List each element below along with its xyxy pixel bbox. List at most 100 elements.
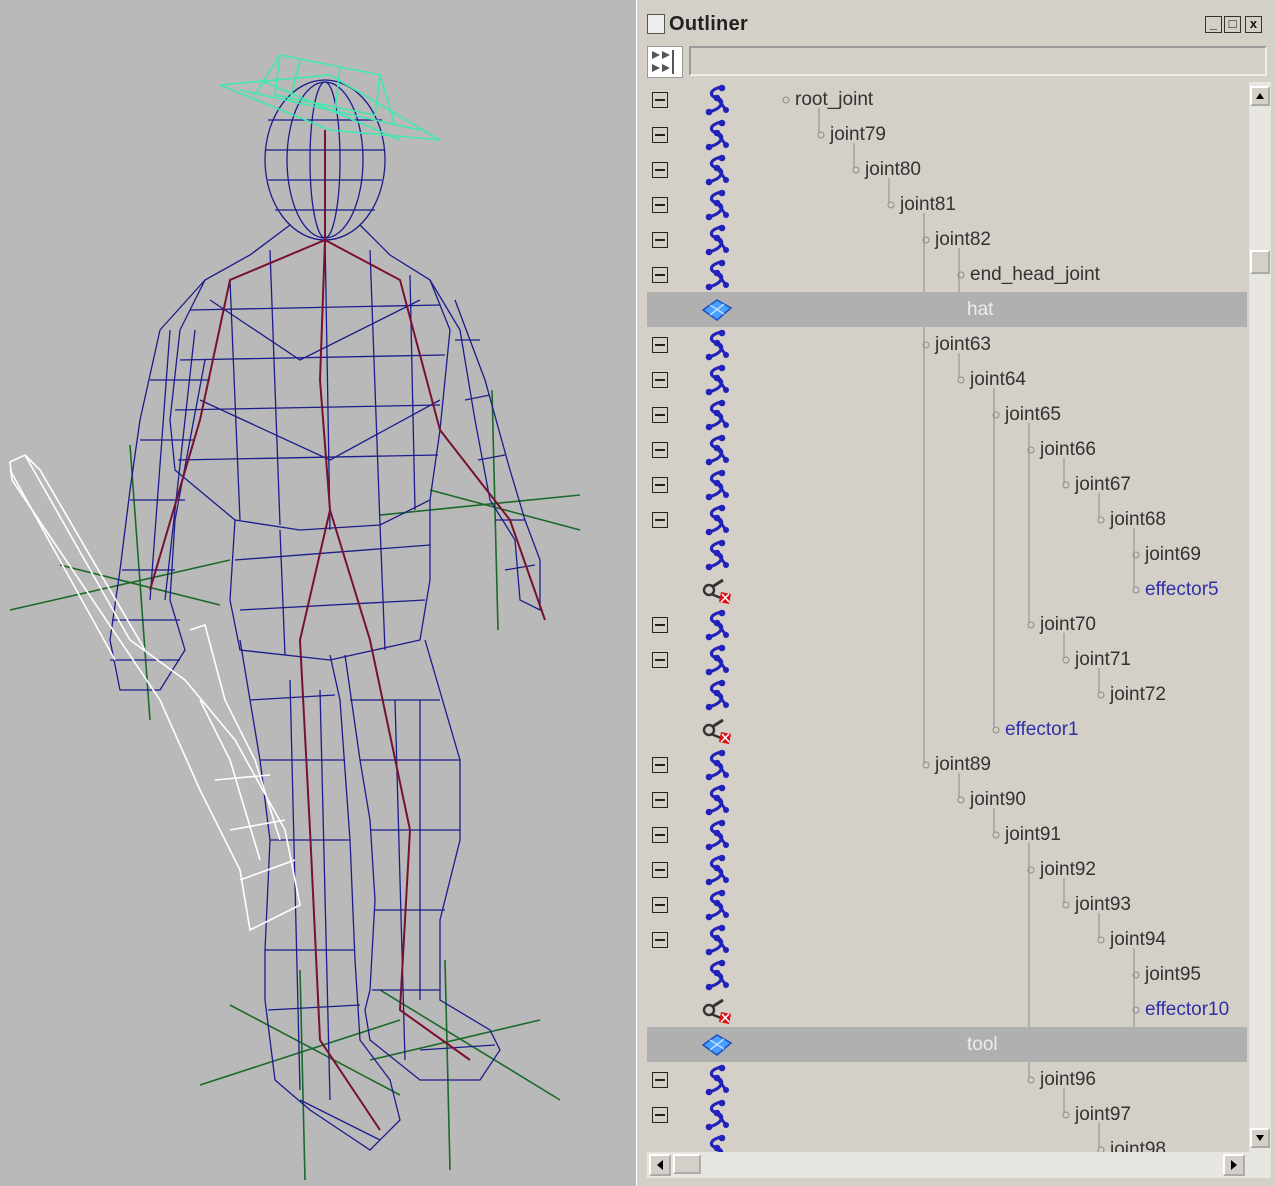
outliner-row-joint68[interactable]: joint68 <box>647 502 1247 537</box>
outliner-row-label: joint98 <box>1110 1139 1166 1152</box>
collapse-icon[interactable] <box>652 897 668 913</box>
scroll-right-button[interactable] <box>1223 1154 1245 1176</box>
outliner-row-joint64[interactable]: joint64 <box>647 362 1247 397</box>
filter-bar <box>637 42 1275 82</box>
joint-icon <box>699 224 735 256</box>
collapse-icon[interactable] <box>652 827 668 843</box>
scroll-thumb[interactable] <box>1250 250 1270 274</box>
joint-icon <box>699 609 735 641</box>
outliner-row-joint93[interactable]: joint93 <box>647 887 1247 922</box>
outliner-row-joint96[interactable]: joint96 <box>647 1062 1247 1097</box>
scroll-up-button[interactable] <box>1250 86 1270 106</box>
collapse-icon[interactable] <box>652 792 668 808</box>
collapse-icon[interactable] <box>652 337 668 353</box>
joint-icon <box>699 329 735 361</box>
outliner-row-joint67[interactable]: joint67 <box>647 467 1247 502</box>
outliner-row-joint65[interactable]: joint65 <box>647 397 1247 432</box>
outliner-row-label: joint96 <box>1040 1069 1096 1090</box>
outliner-row-joint98[interactable]: joint98 <box>647 1132 1247 1152</box>
outliner-row-joint94[interactable]: joint94 <box>647 922 1247 957</box>
vertical-scrollbar[interactable] <box>1249 82 1271 1152</box>
outliner-row-joint66[interactable]: joint66 <box>647 432 1247 467</box>
outliner-row-joint69[interactable]: joint69 <box>647 537 1247 572</box>
outliner-row-joint70[interactable]: joint70 <box>647 607 1247 642</box>
collapse-icon[interactable] <box>652 512 668 528</box>
outliner-row-joint80[interactable]: joint80 <box>647 152 1247 187</box>
outliner-row-joint95[interactable]: joint95 <box>647 957 1247 992</box>
horizontal-scrollbar[interactable] <box>647 1152 1271 1178</box>
outliner-row-label: joint82 <box>935 229 991 250</box>
collapse-icon[interactable] <box>652 932 668 948</box>
joint-icon <box>699 924 735 956</box>
skeleton <box>149 130 546 1131</box>
joint-icon <box>699 749 735 781</box>
outliner-row-joint79[interactable]: joint79 <box>647 117 1247 152</box>
outliner-row-end_head_joint[interactable]: end_head_joint <box>647 257 1247 292</box>
outliner-row-effector5[interactable]: effector5 <box>647 572 1247 607</box>
outliner-title: Outliner <box>669 13 749 35</box>
joint-icon <box>699 889 735 921</box>
collapse-icon[interactable] <box>652 232 668 248</box>
perspective-viewport[interactable] <box>0 0 636 1186</box>
outliner-row-joint90[interactable]: joint90 <box>647 782 1247 817</box>
effector-icon <box>699 714 735 746</box>
minimize-button[interactable]: _ <box>1205 16 1222 33</box>
collapse-icon[interactable] <box>652 652 668 668</box>
hat-mesh <box>219 54 441 141</box>
outliner-row-joint97[interactable]: joint97 <box>647 1097 1247 1132</box>
outliner-row-joint91[interactable]: joint91 <box>647 817 1247 852</box>
joint-icon <box>699 469 735 501</box>
maximize-button[interactable]: □ <box>1224 16 1241 33</box>
outliner-row-joint71[interactable]: joint71 <box>647 642 1247 677</box>
joint-icon <box>699 189 735 221</box>
outliner-row-label: joint95 <box>1145 964 1201 985</box>
outliner-row-joint89[interactable]: joint89 <box>647 747 1247 782</box>
outliner-row-joint72[interactable]: joint72 <box>647 677 1247 712</box>
scroll-left-button[interactable] <box>649 1154 671 1176</box>
outliner-titlebar: Outliner _ □ x <box>637 8 1275 42</box>
collapse-icon[interactable] <box>652 1072 668 1088</box>
outliner-row-joint92[interactable]: joint92 <box>647 852 1247 887</box>
collapse-icon[interactable] <box>652 862 668 878</box>
outliner-row-effector1[interactable]: effector1 <box>647 712 1247 747</box>
outliner-row-joint63[interactable]: joint63 <box>647 327 1247 362</box>
collapse-icon[interactable] <box>652 1107 668 1123</box>
collapse-icon[interactable] <box>652 162 668 178</box>
joint-icon <box>699 84 735 116</box>
collapse-icon[interactable] <box>652 407 668 423</box>
joint-icon <box>699 154 735 186</box>
outliner-row-label: effector1 <box>1005 719 1079 740</box>
joint-icon <box>699 644 735 676</box>
close-button[interactable]: x <box>1245 16 1262 33</box>
horizontal-scroll-thumb[interactable] <box>673 1154 701 1174</box>
collapse-icon[interactable] <box>652 757 668 773</box>
joint-icon <box>699 539 735 571</box>
scroll-down-button[interactable] <box>1250 1128 1270 1148</box>
collapse-icon[interactable] <box>652 197 668 213</box>
outliner-tree[interactable]: root_joint joint79 joint80 joint81 joint82 en… <box>647 82 1247 1152</box>
outliner-row-label: end_head_joint <box>970 264 1100 285</box>
outliner-row-label: effector10 <box>1145 999 1230 1020</box>
outliner-row-joint82[interactable]: joint82 <box>647 222 1247 257</box>
collapse-icon[interactable] <box>652 617 668 633</box>
outliner-row-label: joint79 <box>830 124 886 145</box>
outliner-row-tool[interactable]: tool <box>647 1027 1247 1062</box>
outliner-row-label: joint80 <box>865 159 921 180</box>
collapse-icon[interactable] <box>652 477 668 493</box>
outliner-row-root_joint[interactable]: root_joint <box>647 82 1247 117</box>
collapse-icon[interactable] <box>652 267 668 283</box>
outliner-panel: Outliner _ □ x root_joint joint79 joint80 j… <box>637 0 1275 1186</box>
outliner-row-hat[interactable]: hat <box>647 292 1247 327</box>
outliner-row-effector10[interactable]: effector10 <box>647 992 1247 1027</box>
outliner-row-label: joint64 <box>970 369 1026 390</box>
outliner-row-label: joint81 <box>900 194 956 215</box>
joint-icon <box>699 854 735 886</box>
filter-icon[interactable] <box>647 46 683 78</box>
outliner-row-joint81[interactable]: joint81 <box>647 187 1247 222</box>
collapse-icon[interactable] <box>652 92 668 108</box>
outliner-row-label: joint68 <box>1110 509 1166 530</box>
filter-input[interactable] <box>689 46 1267 76</box>
collapse-icon[interactable] <box>652 442 668 458</box>
collapse-icon[interactable] <box>652 127 668 143</box>
collapse-icon[interactable] <box>652 372 668 388</box>
